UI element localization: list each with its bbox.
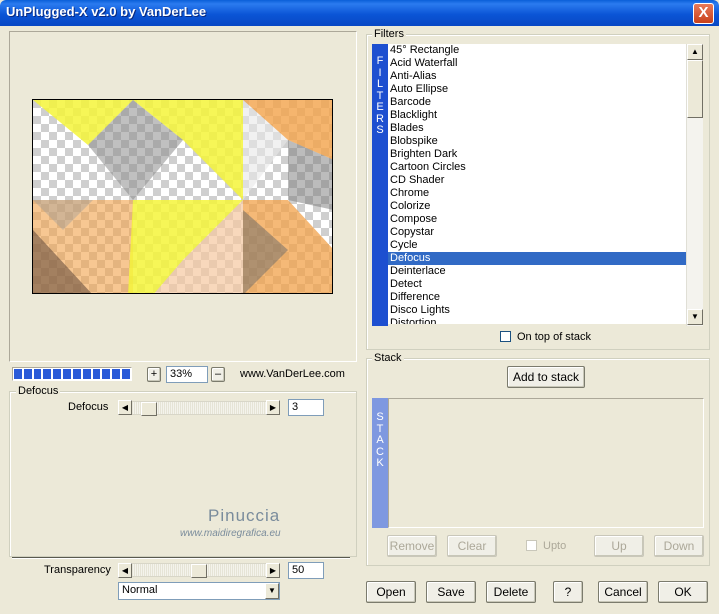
scroll-up-button[interactable]: ▲ bbox=[687, 44, 703, 60]
filter-list-item[interactable]: Cycle bbox=[388, 239, 686, 252]
filter-list-item[interactable]: Compose bbox=[388, 213, 686, 226]
progress-segment bbox=[82, 369, 91, 379]
blend-mode-select[interactable]: Normal ▼ bbox=[118, 582, 280, 600]
scroll-thumb[interactable] bbox=[687, 60, 703, 118]
progress-segment bbox=[14, 369, 22, 379]
zoom-field[interactable]: 33% bbox=[166, 366, 208, 383]
transparency-slider-track[interactable] bbox=[132, 563, 266, 578]
down-button[interactable]: Down bbox=[654, 535, 704, 557]
clear-button[interactable]: Clear bbox=[447, 535, 497, 557]
filters-side-label: FILTERS bbox=[372, 44, 388, 326]
filter-list-item[interactable]: CD Shader bbox=[388, 174, 686, 187]
progress-segment bbox=[112, 369, 121, 379]
side-label-letter: L bbox=[376, 78, 384, 90]
on-top-label: On top of stack bbox=[517, 331, 591, 343]
filter-list-item[interactable]: Defocus bbox=[388, 252, 686, 265]
upto-checkbox[interactable] bbox=[526, 540, 537, 551]
filter-list-item[interactable]: Copystar bbox=[388, 226, 686, 239]
chevron-down-icon[interactable]: ▼ bbox=[265, 583, 279, 599]
defocus-group-title: Defocus bbox=[16, 385, 61, 397]
side-label-letter: F bbox=[376, 55, 384, 67]
remove-button[interactable]: Remove bbox=[387, 535, 437, 557]
side-label-letter: E bbox=[376, 101, 384, 113]
filter-list-item[interactable]: Brighten Dark bbox=[388, 148, 686, 161]
filter-list[interactable]: 45° Rectangle Acid Waterfall Anti-Alias Aut… bbox=[388, 44, 686, 324]
transparency-decrease-button[interactable]: ◀ bbox=[118, 563, 132, 578]
filter-list-item[interactable]: Difference bbox=[388, 291, 686, 304]
side-label-letter: K bbox=[376, 457, 384, 469]
zoom-in-button[interactable]: + bbox=[147, 367, 161, 382]
progress-segment bbox=[43, 369, 52, 379]
filters-group-title: Filters bbox=[372, 28, 406, 40]
scroll-down-button[interactable]: ▼ bbox=[687, 309, 703, 325]
filter-list-item[interactable]: Blacklight bbox=[388, 109, 686, 122]
defocus-increase-button[interactable]: ▶ bbox=[266, 400, 280, 415]
open-button[interactable]: Open bbox=[366, 581, 416, 603]
filter-list-item[interactable]: Auto Ellipse bbox=[388, 83, 686, 96]
progress-segment bbox=[122, 369, 130, 379]
progress-segment bbox=[53, 369, 62, 379]
filter-list-item[interactable]: Anti-Alias bbox=[388, 70, 686, 83]
preview-image bbox=[32, 99, 333, 294]
progress-segment bbox=[23, 369, 32, 379]
defocus-decrease-button[interactable]: ◀ bbox=[118, 400, 132, 415]
title-bar: UnPlugged-X v2.0 by VanDerLee X bbox=[0, 0, 719, 26]
progress-bar bbox=[12, 367, 132, 381]
transparency-slider-thumb[interactable] bbox=[191, 564, 207, 578]
blend-mode-value: Normal bbox=[122, 584, 158, 596]
side-label-letter: A bbox=[376, 434, 384, 446]
transparency-increase-button[interactable]: ▶ bbox=[266, 563, 280, 578]
filter-list-item[interactable]: Chrome bbox=[388, 187, 686, 200]
website-label: www.VanDerLee.com bbox=[240, 368, 345, 380]
defocus-label: Defocus bbox=[68, 401, 109, 413]
stack-list[interactable] bbox=[388, 398, 704, 528]
on-top-checkbox[interactable] bbox=[500, 331, 511, 342]
watermark-title: Pinuccia bbox=[208, 506, 281, 525]
side-label-letter: S bbox=[376, 124, 384, 136]
stack-group-title: Stack bbox=[372, 352, 404, 364]
side-label-letter: S bbox=[376, 411, 384, 423]
defocus-slider-track[interactable] bbox=[132, 401, 266, 416]
zoom-out-button[interactable]: – bbox=[211, 367, 225, 382]
filter-list-item[interactable]: Blades bbox=[388, 122, 686, 135]
filter-list-item[interactable]: Barcode bbox=[388, 96, 686, 109]
delete-button[interactable]: Delete bbox=[486, 581, 536, 603]
filter-list-item[interactable]: Colorize bbox=[388, 200, 686, 213]
transparency-label: Transparency bbox=[44, 564, 111, 576]
ok-button[interactable]: OK bbox=[658, 581, 708, 603]
add-to-stack-button[interactable]: Add to stack bbox=[507, 366, 585, 388]
filter-list-item[interactable]: Cartoon Circles bbox=[388, 161, 686, 174]
defocus-value-field[interactable]: 3 bbox=[288, 399, 324, 416]
progress-segment bbox=[33, 369, 42, 379]
filter-list-item[interactable]: Disco Lights bbox=[388, 304, 686, 317]
cancel-button[interactable]: Cancel bbox=[598, 581, 648, 603]
up-button[interactable]: Up bbox=[594, 535, 644, 557]
filter-list-item[interactable]: 45° Rectangle bbox=[388, 44, 686, 57]
progress-segments bbox=[14, 369, 130, 379]
progress-segment bbox=[63, 369, 71, 379]
progress-segment bbox=[72, 369, 81, 379]
stack-side-label: STACK bbox=[372, 398, 388, 528]
filter-list-item[interactable]: Distortion bbox=[388, 317, 686, 324]
progress-segment bbox=[102, 369, 111, 379]
transparency-value-field[interactable]: 50 bbox=[288, 562, 324, 579]
progress-segment bbox=[92, 369, 101, 379]
upto-label: Upto bbox=[543, 540, 567, 552]
filter-list-item[interactable]: Acid Waterfall bbox=[388, 57, 686, 70]
help-button[interactable]: ? bbox=[553, 581, 583, 603]
preview-panel bbox=[9, 31, 357, 362]
separator-line bbox=[12, 557, 350, 559]
window-title: UnPlugged-X v2.0 by VanDerLee bbox=[6, 4, 207, 19]
save-button[interactable]: Save bbox=[426, 581, 476, 603]
filter-list-scrollbar[interactable]: ▲ ▼ bbox=[686, 44, 703, 326]
filter-list-item[interactable]: Blobspike bbox=[388, 135, 686, 148]
defocus-slider-thumb[interactable] bbox=[141, 402, 157, 416]
watermark-url: www.maidiregrafica.eu bbox=[180, 528, 281, 539]
close-button[interactable]: X bbox=[693, 3, 714, 24]
filter-list-item[interactable]: Deinterlace bbox=[388, 265, 686, 278]
filter-list-item[interactable]: Detect bbox=[388, 278, 686, 291]
preview-artwork bbox=[33, 100, 332, 293]
